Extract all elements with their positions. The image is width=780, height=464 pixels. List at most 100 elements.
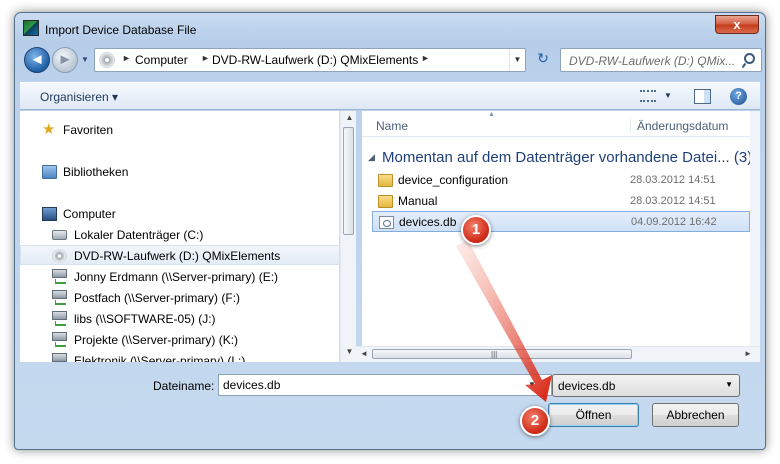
dvd-drive-icon: [52, 249, 67, 263]
nav-item-libraries[interactable]: Bibliotheken: [20, 162, 339, 182]
database-file-icon: [379, 216, 394, 229]
scrollbar-grip-icon: |||: [491, 350, 498, 359]
file-row-device-configuration[interactable]: device_configuration 28.03.2012 14:51: [362, 170, 746, 191]
open-button[interactable]: Öffnen: [548, 403, 639, 427]
network-link-icon: [55, 342, 66, 347]
scrollbar-thumb[interactable]: [343, 127, 354, 235]
view-options-dropdown[interactable]: ▼: [664, 91, 672, 100]
network-drive-icon: [52, 269, 67, 278]
file-list-horizontal-scrollbar[interactable]: ◄ ||| ►: [356, 346, 760, 362]
app-icon: [23, 20, 39, 36]
file-type-select[interactable]: devices.db ▼: [552, 374, 740, 397]
column-header-date[interactable]: Änderungsdatum: [630, 119, 728, 133]
title-bar[interactable]: Import Device Database File x: [15, 13, 765, 43]
folder-icon: [378, 174, 393, 187]
network-drive-icon: [52, 353, 67, 362]
sort-ascending-icon: ▲: [488, 111, 495, 118]
hard-drive-icon: [52, 230, 67, 240]
computer-icon: [42, 207, 57, 221]
collapse-group-icon[interactable]: ◢: [368, 152, 375, 163]
nav-item-label: Bibliotheken: [63, 165, 129, 179]
network-drive-icon: [52, 332, 67, 341]
cancel-button[interactable]: Abbrechen: [652, 403, 739, 427]
nav-item-drive-c[interactable]: Lokaler Datenträger (C:): [20, 225, 339, 245]
nav-item-computer[interactable]: Computer: [20, 204, 339, 224]
chevron-right-icon[interactable]: ►: [201, 53, 210, 63]
organize-menu-button[interactable]: Organisieren ▾: [40, 90, 118, 104]
dialog-footer: Dateiname: devices.db ▼ devices.db ▼ Öff…: [20, 362, 760, 436]
file-list-vertical-scrollbar[interactable]: [750, 111, 760, 346]
chevron-down-icon: ▼: [725, 380, 733, 389]
command-toolbar: Organisieren ▾ ▼ ?: [20, 82, 760, 110]
column-header-name[interactable]: Name: [376, 119, 408, 133]
search-input[interactable]: DVD-RW-Laufwerk (D:) QMix...: [560, 48, 762, 72]
nav-item-label: Favoriten: [63, 123, 114, 137]
view-options-icon[interactable]: [640, 90, 656, 102]
breadcrumb-computer[interactable]: Computer: [135, 53, 188, 67]
chevron-right-icon[interactable]: ►: [421, 53, 430, 63]
scroll-left-icon[interactable]: ◄: [358, 349, 370, 358]
file-row-devices-db[interactable]: devices.db 04.09.2012 16:42: [372, 211, 750, 232]
column-header-row: ▲ Name Änderungsdatum: [362, 111, 750, 137]
file-date: 28.03.2012 14:51: [630, 195, 716, 207]
search-placeholder: DVD-RW-Laufwerk (D:) QMix...: [569, 54, 736, 68]
breadcrumb-dvd-drive[interactable]: DVD-RW-Laufwerk (D:) QMixElements: [212, 53, 418, 67]
address-dropdown[interactable]: ▼: [509, 49, 525, 71]
network-link-icon: [55, 300, 66, 305]
nav-item-label: Elektronik (\\Server-primary) (L:): [74, 354, 246, 362]
group-header-label: Momentan auf dem Datenträger vorhandene …: [382, 149, 750, 166]
nav-item-label: libs (\\SOFTWARE-05) (J:): [74, 312, 216, 326]
file-name: device_configuration: [398, 173, 509, 187]
back-button[interactable]: ◄: [24, 47, 50, 73]
scroll-up-icon[interactable]: ▲: [341, 113, 358, 122]
nav-item-label: DVD-RW-Laufwerk (D:) QMixElements: [74, 249, 281, 263]
dvd-drive-icon: [99, 52, 115, 68]
nav-item-drive-j[interactable]: libs (\\SOFTWARE-05) (J:): [20, 309, 339, 329]
scrollbar-thumb[interactable]: |||: [372, 349, 632, 359]
refresh-icon[interactable]: ↻: [532, 50, 554, 70]
window-title: Import Device Database File: [45, 23, 197, 37]
chevron-right-icon[interactable]: ►: [122, 53, 131, 63]
file-name: Manual: [398, 194, 438, 208]
library-icon: [42, 165, 57, 179]
network-drive-icon: [52, 290, 67, 299]
file-row-manual[interactable]: Manual 28.03.2012 14:51: [362, 191, 746, 212]
nav-item-drive-l[interactable]: Elektronik (\\Server-primary) (L:): [20, 351, 339, 362]
folder-icon: [378, 195, 393, 208]
nav-item-label: Postfach (\\Server-primary) (F:): [74, 291, 241, 305]
close-button[interactable]: x: [715, 15, 759, 34]
scroll-right-icon[interactable]: ►: [742, 349, 754, 358]
nav-item-label: Computer: [63, 207, 116, 221]
filename-label: Dateiname:: [153, 379, 215, 393]
nav-item-drive-d[interactable]: DVD-RW-Laufwerk (D:) QMixElements: [20, 245, 339, 265]
navigation-pane: ★ Favoriten Bibliotheken Computer Lokale…: [20, 111, 340, 362]
nav-item-drive-f[interactable]: Postfach (\\Server-primary) (F:): [20, 288, 339, 308]
callout-badge-1: 1: [461, 215, 491, 245]
preview-pane-icon[interactable]: [694, 89, 711, 104]
file-list-pane: ▲ Name Änderungsdatum ◢ Momentan auf dem…: [362, 111, 750, 346]
nav-pane-scrollbar[interactable]: ▲ ▼: [340, 111, 356, 362]
file-name: devices.db: [399, 215, 457, 229]
file-date: 28.03.2012 14:51: [630, 174, 716, 186]
network-drive-icon: [52, 311, 67, 320]
network-link-icon: [55, 321, 66, 326]
navigation-bar: ◄ ► ▼ ► Computer ► DVD-RW-Laufwerk (D:) …: [20, 42, 762, 78]
nav-item-drive-e[interactable]: Jonny Erdmann (\\Server-primary) (E:): [20, 267, 339, 287]
callout-badge-2: 2: [520, 406, 550, 436]
group-header[interactable]: ◢ Momentan auf dem Datenträger vorhanden…: [362, 147, 750, 169]
star-icon: ★: [42, 121, 56, 138]
file-type-value: devices.db: [558, 379, 616, 393]
nav-item-label: Lokaler Datenträger (C:): [74, 228, 204, 242]
filename-history-dropdown[interactable]: ▼: [528, 380, 536, 389]
address-bar[interactable]: ► Computer ► DVD-RW-Laufwerk (D:) QMixEl…: [94, 48, 526, 72]
recent-pages-dropdown[interactable]: ▼: [81, 55, 89, 64]
help-icon[interactable]: ?: [730, 88, 747, 105]
search-icon[interactable]: [741, 52, 755, 68]
nav-item-drive-k[interactable]: Projekte (\\Server-primary) (K:): [20, 330, 339, 350]
forward-button[interactable]: ►: [52, 47, 78, 73]
nav-item-label: Jonny Erdmann (\\Server-primary) (E:): [74, 270, 279, 284]
nav-item-label: Projekte (\\Server-primary) (K:): [74, 333, 239, 347]
nav-item-favorites[interactable]: ★ Favoriten: [20, 120, 339, 140]
filename-input[interactable]: devices.db: [218, 374, 552, 396]
network-link-icon: [55, 279, 66, 284]
